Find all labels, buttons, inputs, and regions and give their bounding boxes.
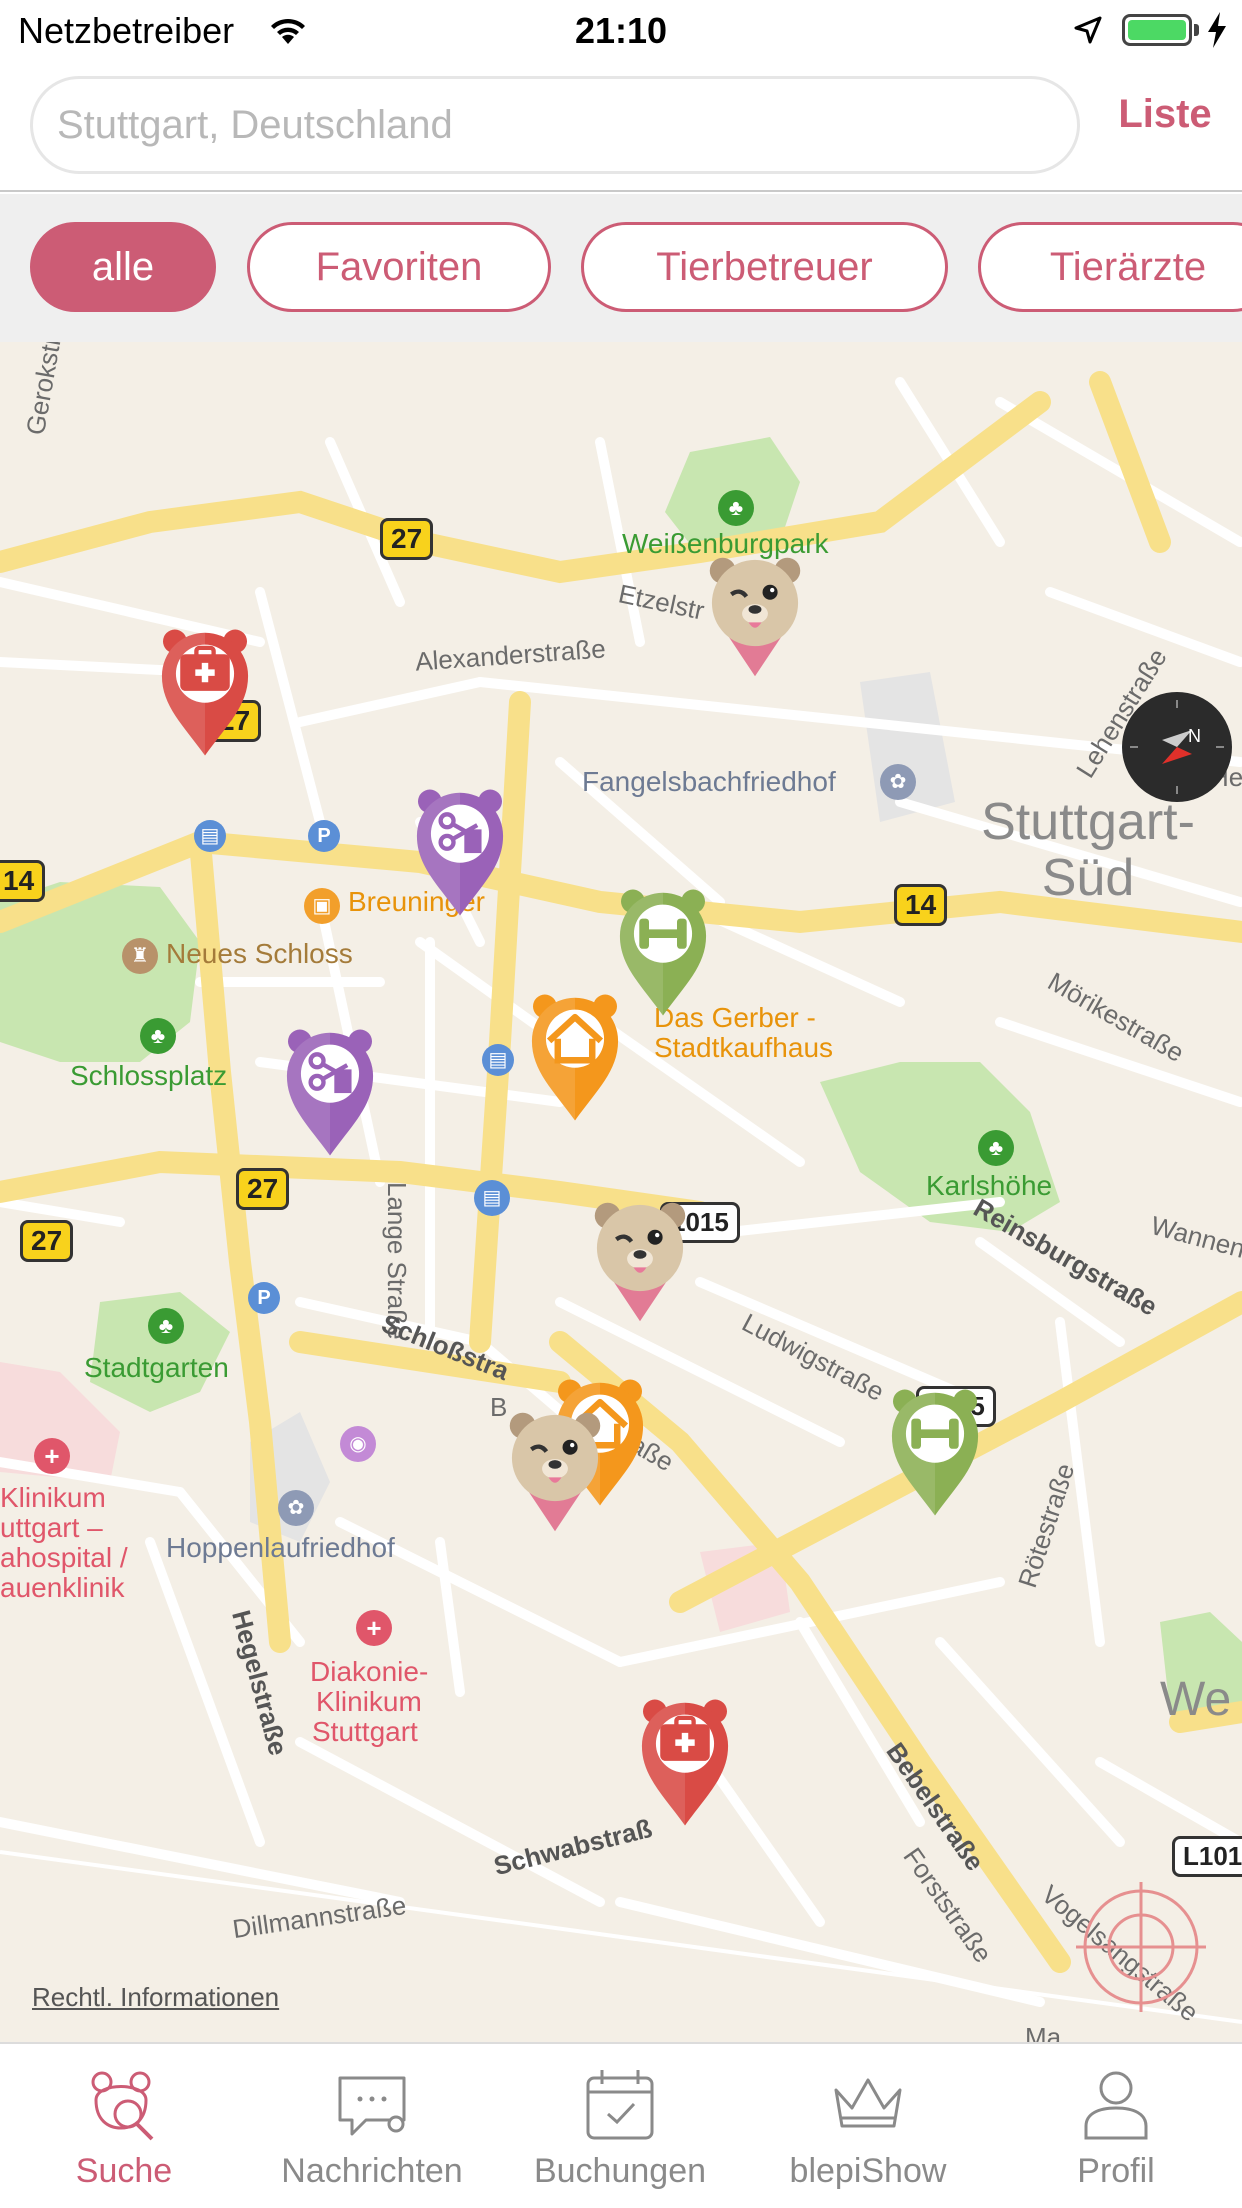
bear-face-icon	[594, 1202, 686, 1322]
tab-nachrichten[interactable]: Nachrichten	[248, 2044, 496, 2208]
svg-text:N: N	[1188, 726, 1201, 746]
poi-label-fangelsbachfriedhof: Fangelsbachfriedhof	[582, 766, 836, 797]
compass-icon: N	[1130, 700, 1224, 794]
transit-icon: ▤	[482, 1044, 514, 1076]
status-bar: Netzbetreiber 21:10	[0, 0, 1242, 62]
tab-buchungen[interactable]: Buchungen	[496, 2044, 744, 2208]
battery-tip	[1194, 24, 1199, 36]
street-label-we: We	[1160, 1673, 1232, 1726]
location-arrow-icon	[1072, 14, 1104, 51]
poi-label-klinikum-1: Klinikum	[0, 1482, 106, 1513]
crosshair-locate-icon[interactable]	[1076, 1882, 1206, 2012]
road-shield-l101: L101	[1172, 1836, 1242, 1877]
tab-label-blepishow: blepiShow	[789, 2152, 947, 2190]
tab-label-profil: Profil	[1077, 2152, 1155, 2190]
tab-profil[interactable]: Profil	[992, 2044, 1240, 2208]
scissors-comb-icon	[416, 789, 504, 916]
filter-chip-alle[interactable]: alle	[30, 222, 216, 312]
road-shield-27: 27	[20, 1220, 74, 1262]
poi-label-diakonie-2: Klinikum	[316, 1686, 422, 1717]
road-shield-14: 14	[894, 884, 948, 926]
parking-icon: P	[248, 1282, 280, 1314]
cemetery-icon: ✿	[880, 764, 916, 800]
charging-bolt-icon	[1206, 12, 1228, 53]
tab-label-suche: Suche	[75, 2152, 173, 2190]
filter-chip-tierbetreuer[interactable]: Tierbetreuer	[581, 222, 948, 312]
chat-bubble-icon	[338, 2076, 406, 2136]
train-icon: ▤	[474, 1180, 510, 1216]
compass-button[interactable]: N	[1122, 692, 1232, 802]
poi-label-klinikum-2: uttgart –	[0, 1512, 103, 1543]
house-icon	[531, 994, 619, 1121]
first-aid-icon	[641, 1699, 729, 1826]
clock: 21:10	[574, 10, 668, 51]
first-aid-icon	[161, 629, 249, 756]
parking-icon: P	[308, 820, 340, 852]
tab-suche[interactable]: Suche	[0, 2044, 248, 2208]
bear-search-icon	[91, 2071, 154, 2141]
castle-icon: ♜	[122, 938, 158, 974]
park-tree-icon: ♣	[718, 490, 754, 526]
battery-level	[1128, 20, 1186, 40]
street-label-ma: Ma	[1025, 2022, 1062, 2042]
calendar-check-icon	[586, 2070, 654, 2140]
poi-label-klinikum-4: auenklinik	[0, 1572, 125, 1603]
filter-bar: alle Favoriten Tierbetreuer Tierärzte	[0, 194, 1242, 342]
hospital-icon: +	[34, 1438, 70, 1474]
poi-label-klinikum-3: ahospital /	[0, 1542, 128, 1573]
list-view-button[interactable]: Liste	[1100, 92, 1230, 137]
bear-face-icon	[709, 557, 801, 677]
hospital-icon: +	[356, 1610, 392, 1646]
shopping-bag-icon: ▣	[304, 888, 340, 924]
poi-label-neues-schloss: Neues Schloss	[166, 938, 353, 969]
dumbbell-icon	[891, 1389, 979, 1516]
map-view[interactable]: Gerokstraße Alexanderstraße Etzelstr Leh…	[0, 342, 1242, 2042]
tab-label-buchungen: Buchungen	[533, 2152, 707, 2190]
park-label-stadtgarten: Stadtgarten	[84, 1352, 229, 1383]
poi-label-das-gerber-2: Stadtkaufhaus	[654, 1032, 834, 1063]
road-shield-14: 14	[0, 860, 46, 902]
battery-icon	[1122, 14, 1192, 46]
road-shield-27: 27	[380, 518, 434, 560]
park-tree-icon: ♣	[148, 1308, 184, 1344]
cemetery-icon: ✿	[278, 1490, 314, 1526]
road-shield-27: 27	[236, 1168, 290, 1210]
district-label: Stuttgart- Süd	[948, 794, 1228, 906]
person-icon	[1084, 2071, 1148, 2140]
district-label-line2: Süd	[1041, 849, 1135, 907]
district-label-line1: Stuttgart-	[981, 793, 1195, 851]
cinema-icon: ◉	[340, 1426, 376, 1462]
poi-label-diakonie-3: Stuttgart	[312, 1716, 418, 1747]
poi-label-hoppenlaufriedhof: Hoppenlaufriedhof	[166, 1532, 395, 1563]
search-header: Liste	[0, 62, 1242, 192]
location-search-input[interactable]	[30, 76, 1080, 174]
park-label-karlshoehe: Karlshöhe	[926, 1170, 1053, 1201]
scissors-comb-icon	[286, 1029, 374, 1156]
bear-face-icon	[509, 1412, 601, 1532]
park-tree-icon: ♣	[140, 1018, 176, 1054]
tab-bar: Suche Nachrichten Buchungen blepiShow Pr…	[0, 2042, 1242, 2208]
park-label-schlossplatz: Schlossplatz	[70, 1060, 228, 1091]
park-tree-icon: ♣	[978, 1130, 1014, 1166]
filter-chip-favoriten[interactable]: Favoriten	[247, 222, 551, 312]
transit-icon: ▤	[194, 820, 226, 852]
tab-blepishow[interactable]: blepiShow	[744, 2044, 992, 2208]
poi-label-diakonie-1: Diakonie-	[310, 1656, 429, 1687]
tab-label-nachrichten: Nachrichten	[281, 2152, 463, 2190]
crown-icon	[834, 2078, 902, 2128]
legal-info-link[interactable]: Rechtl. Informationen	[32, 1982, 279, 2013]
filter-chip-tieraerzte[interactable]: Tierärzte	[978, 222, 1242, 312]
